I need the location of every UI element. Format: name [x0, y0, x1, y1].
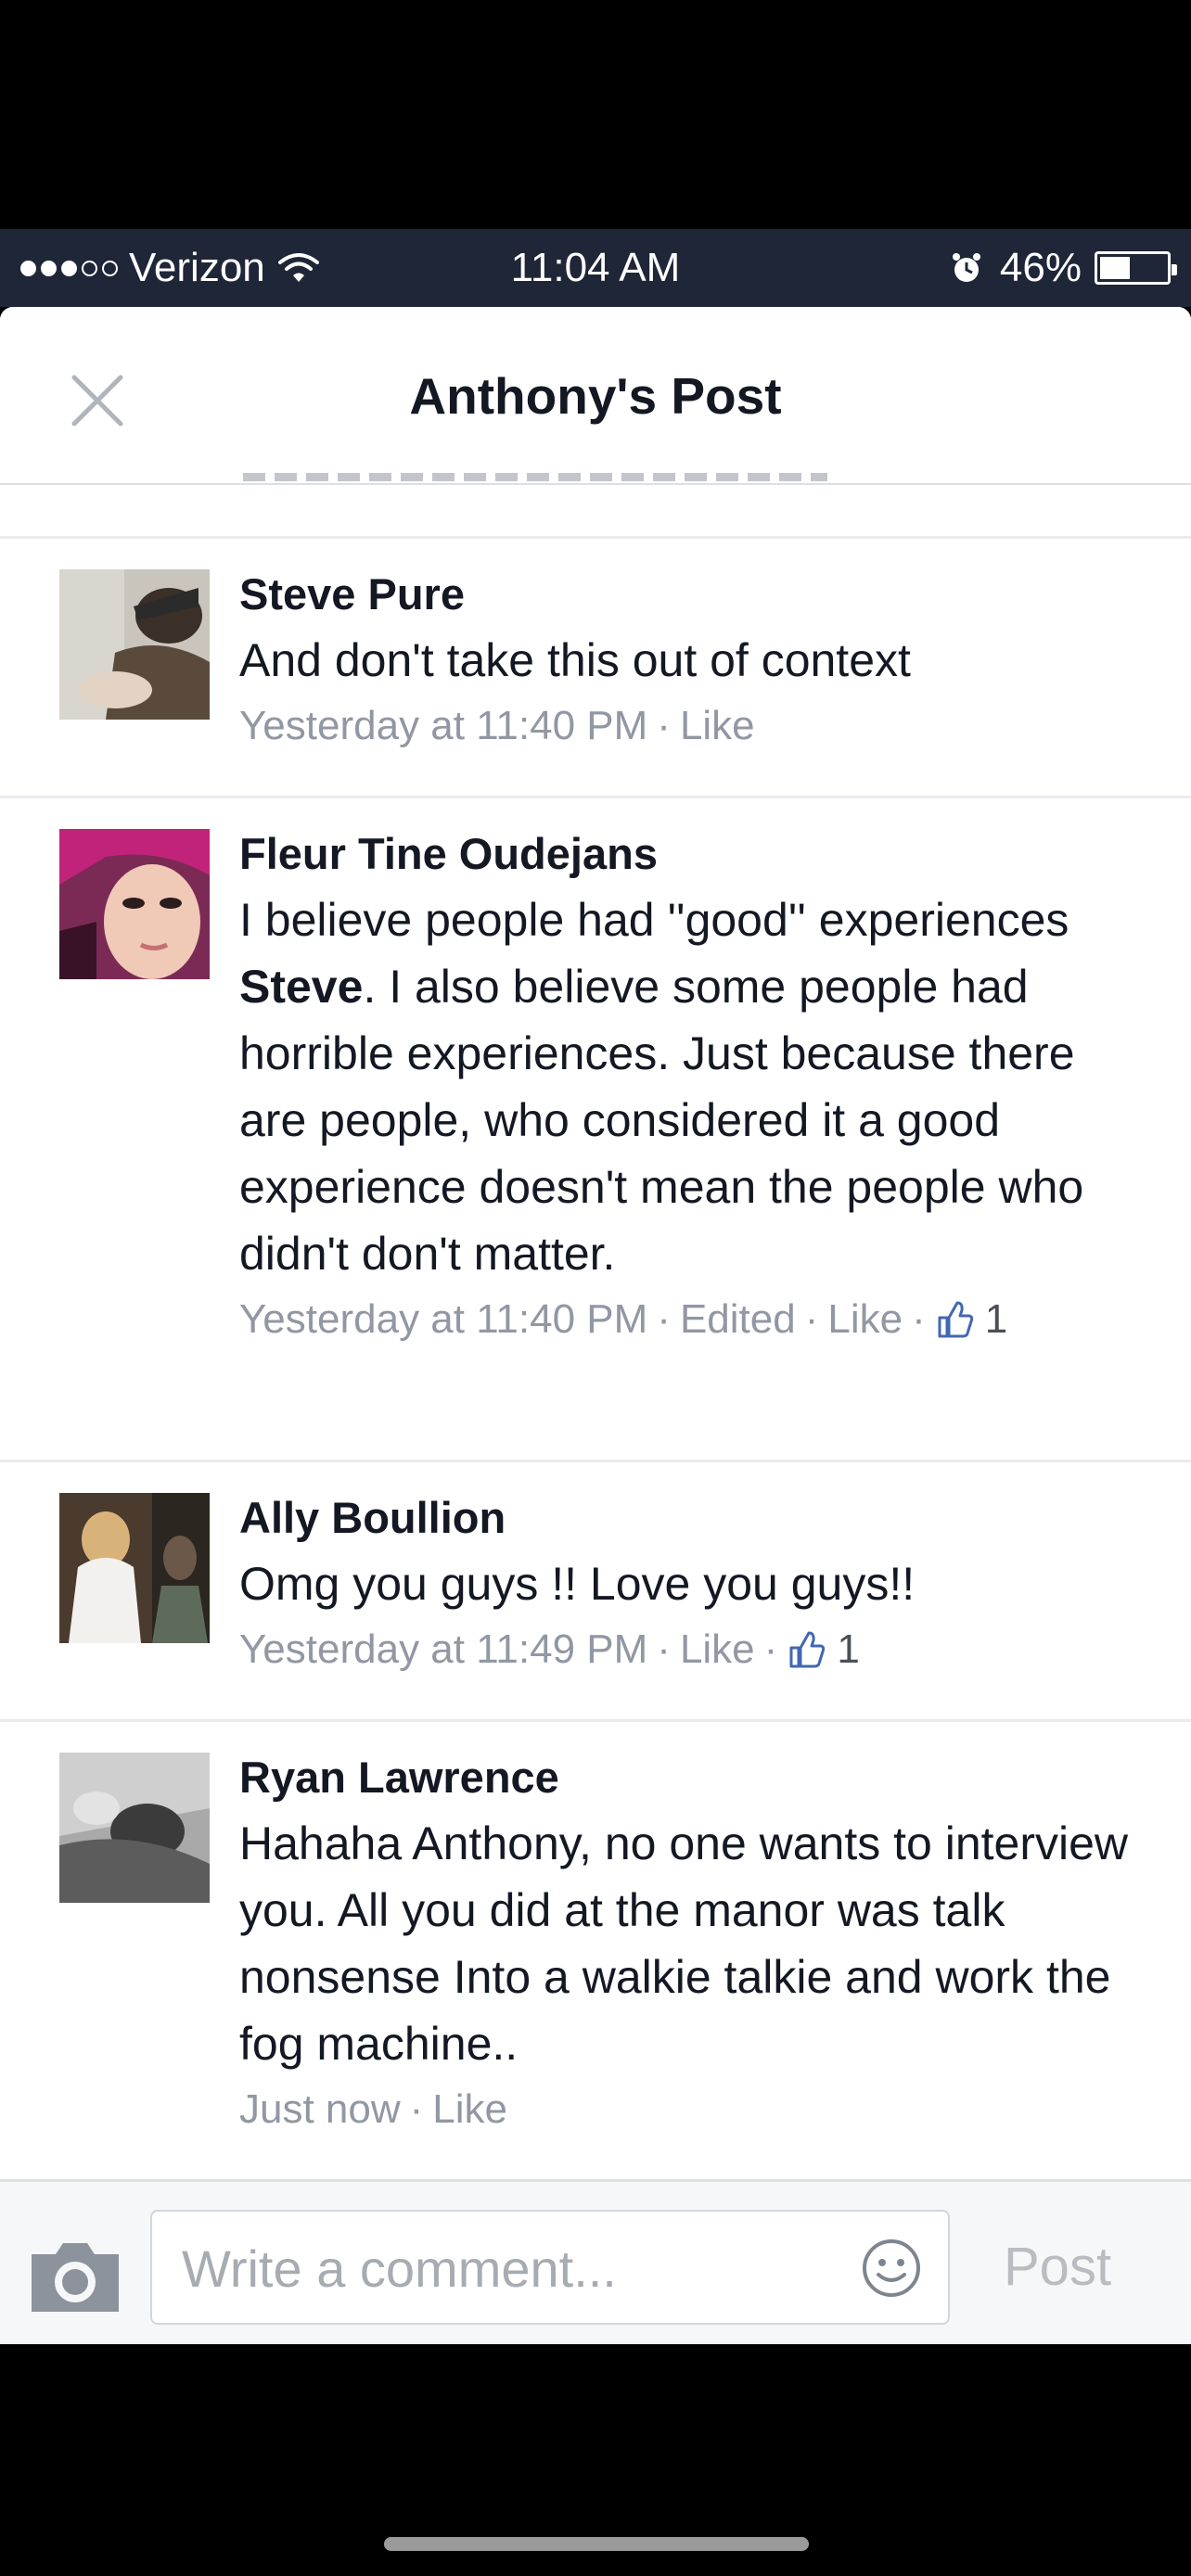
home-indicator[interactable] [384, 2537, 809, 2551]
avatar[interactable] [59, 1753, 210, 1903]
thumbs-up-icon [789, 1631, 826, 1668]
comment-author[interactable]: Ally Boullion [239, 1486, 1154, 1550]
comment-input-box[interactable] [150, 2210, 950, 2325]
comment-meta: Yesterday at 11:40 PM · Edited · Like · … [239, 1287, 1154, 1352]
comment-divider [0, 796, 1191, 798]
comment-timestamp[interactable]: Yesterday at 11:49 PM [239, 1617, 647, 1682]
comment-body: Ryan Lawrence Hahaha Anthony, no one wan… [239, 1745, 1154, 2142]
comment-text-part: . I also believe some people had horribl… [239, 961, 1084, 1280]
page-title: Anthony's Post [409, 367, 782, 425]
meta-separator: · [657, 703, 671, 748]
battery-level-fill [1100, 257, 1131, 279]
comment-text-part: I believe people had ''good'' experience… [239, 894, 1069, 946]
comment-divider [0, 1719, 1191, 1722]
meta-separator: · [912, 1296, 926, 1342]
battery-icon [1095, 251, 1177, 285]
comment-timestamp[interactable]: Yesterday at 11:40 PM [239, 1287, 647, 1352]
post-button[interactable]: Post [1004, 2210, 1111, 2325]
alarm-icon [952, 253, 980, 282]
meta-separator: · [804, 1296, 819, 1342]
comment-author[interactable]: Ryan Lawrence [239, 1745, 1154, 1810]
comment-timestamp[interactable]: Yesterday at 11:40 PM [239, 694, 647, 759]
like-count[interactable]: 1 [985, 1287, 1007, 1352]
comment-text: I believe people had ''good'' experience… [239, 886, 1154, 1287]
like-button[interactable]: Like [827, 1287, 903, 1352]
meta-separator: · [409, 2086, 424, 2132]
meta-separator: · [763, 1626, 778, 1672]
post-comments-sheet: Anthony's Post Steve Pure And don't take… [0, 307, 1191, 2344]
comment-text: Hahaha Anthony, no one wants to intervie… [239, 1817, 1129, 2070]
avatar[interactable] [59, 829, 210, 979]
battery-percentage: 46% [999, 245, 1082, 290]
comment-text: Omg you guys !! Love you guys!! [239, 1558, 916, 1610]
comment-input[interactable] [180, 2212, 833, 2325]
comment-meta: Just now · Like [239, 2077, 1154, 2142]
comment-text: And don't take this out of context [239, 634, 911, 686]
comment-divider [0, 536, 1191, 539]
comment-body: Fleur Tine Oudejans I believe people had… [239, 822, 1154, 1352]
thumbs-up-icon [938, 1301, 973, 1338]
clipped-previous-comment-meta [243, 473, 827, 481]
like-count[interactable]: 1 [837, 1617, 859, 1682]
avatar[interactable] [59, 569, 210, 720]
avatar[interactable] [59, 1493, 210, 1643]
comment-body: Steve Pure And don't take this out of co… [239, 562, 1154, 759]
comment-body: Ally Boullion Omg you guys !! Love you g… [239, 1486, 1154, 1682]
post-header: Anthony's Post [0, 307, 1191, 485]
comment-meta: Yesterday at 11:40 PM · Like [239, 694, 1154, 759]
battery-tip [1172, 264, 1177, 275]
camera-icon[interactable] [28, 2239, 122, 2315]
meta-separator: · [657, 1626, 671, 1672]
meta-separator: · [657, 1296, 671, 1342]
like-button[interactable]: Like [680, 694, 755, 759]
comment-author[interactable]: Steve Pure [239, 562, 1154, 627]
comment-divider [0, 1460, 1191, 1462]
like-button[interactable]: Like [680, 1617, 755, 1682]
status-bar: Verizon 11:04 AM 46% [0, 229, 1191, 307]
smiley-icon[interactable] [861, 2238, 922, 2299]
edited-label[interactable]: Edited [680, 1287, 796, 1352]
mention-link[interactable]: Steve [239, 961, 363, 1013]
header-divider [0, 483, 1191, 485]
like-button[interactable]: Like [432, 2077, 507, 2142]
comment-timestamp[interactable]: Just now [239, 2077, 401, 2142]
status-bar-right: 46% [950, 242, 1177, 294]
comment-composer: Post [0, 2179, 1191, 2344]
comment-author[interactable]: Fleur Tine Oudejans [239, 822, 1154, 886]
comment-meta: Yesterday at 11:49 PM · Like · 1 [239, 1617, 1154, 1682]
